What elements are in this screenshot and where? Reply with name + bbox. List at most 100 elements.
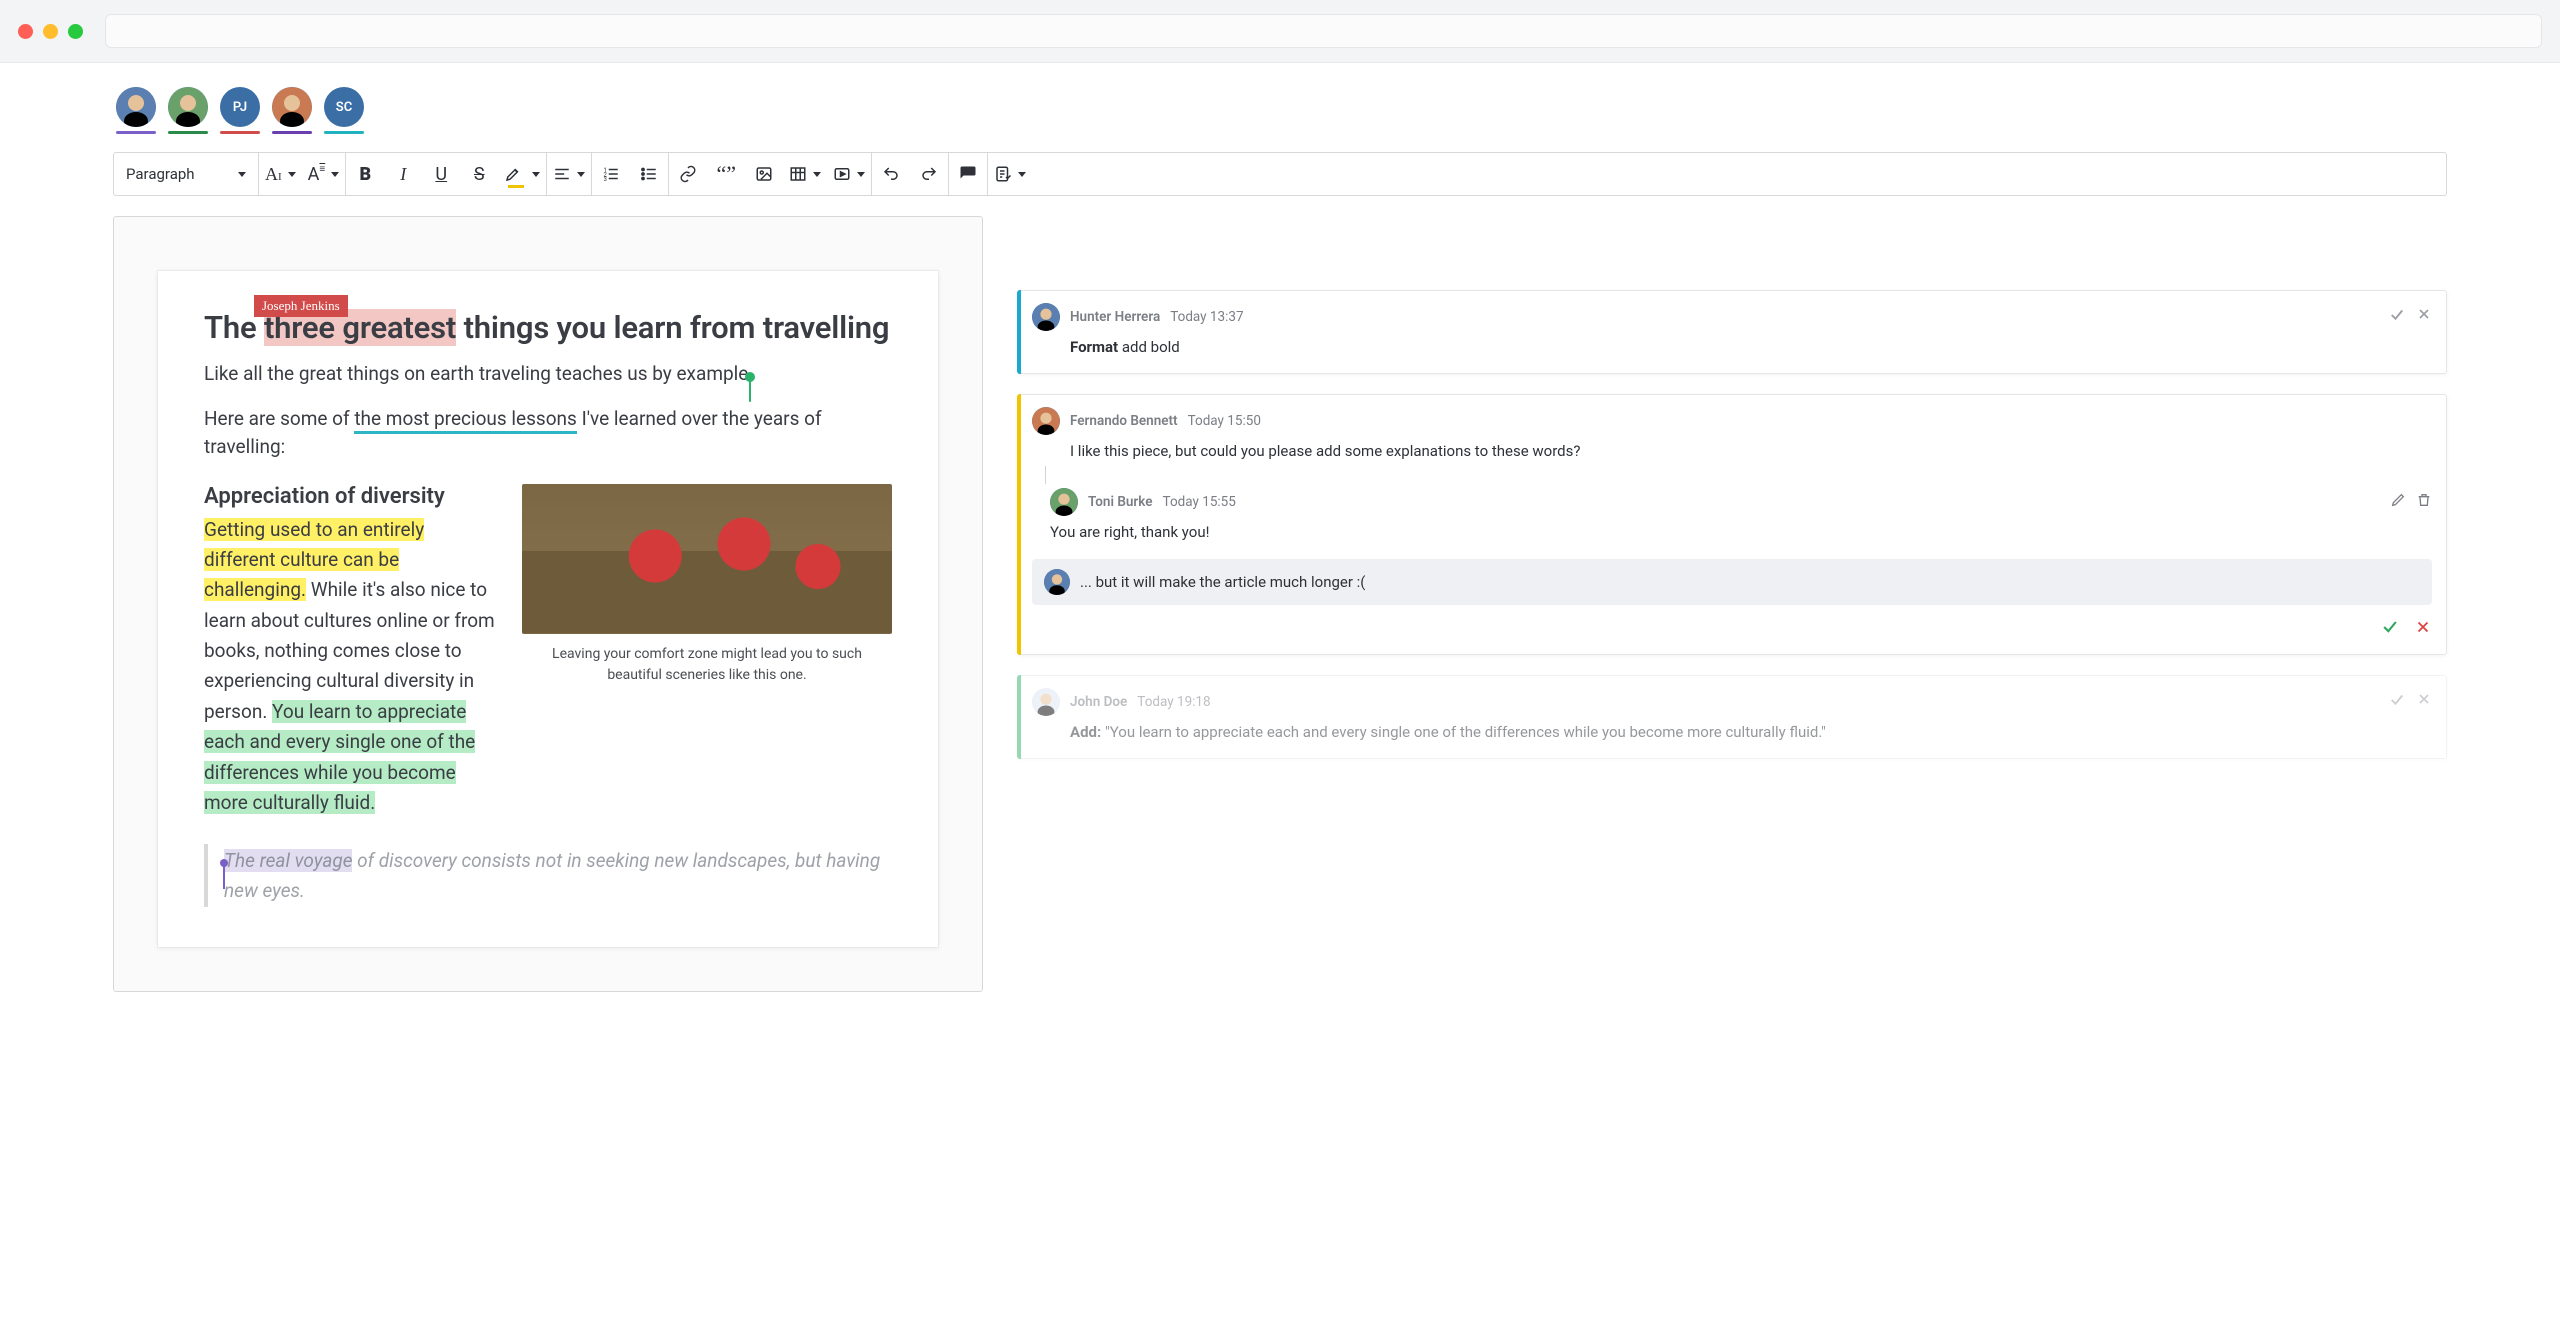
url-bar[interactable] xyxy=(105,14,2542,48)
card-stripe xyxy=(1017,290,1021,374)
collaborator-underline xyxy=(272,131,312,134)
collaborator-5[interactable]: SC xyxy=(324,87,364,134)
chevron-down-icon xyxy=(1018,172,1026,177)
table-dropdown[interactable] xyxy=(783,153,827,195)
suggestion-action-text: add bold xyxy=(1122,338,1180,356)
comment-body: I like this piece, but could you please … xyxy=(1032,441,2432,463)
reply-input[interactable]: ... but it will make the article much lo… xyxy=(1032,559,2432,605)
accept-suggestion-button[interactable] xyxy=(2388,691,2406,713)
numbered-list-button[interactable]: 123 xyxy=(592,153,630,195)
thread-item: Fernando Bennett Today 15:50 I like this… xyxy=(1018,395,2446,475)
avatar-photo-icon xyxy=(272,87,312,127)
doc-blockquote[interactable]: The real voyage of discovery consists no… xyxy=(204,844,892,907)
comments-panel: Hunter Herrera Today 13:37 Format add bo… xyxy=(1017,216,2447,759)
media-icon xyxy=(833,165,851,183)
accept-suggestion-button[interactable] xyxy=(2388,306,2406,328)
link-button[interactable] xyxy=(669,153,707,195)
avatar-icon xyxy=(1032,303,1060,331)
bold-icon: B xyxy=(359,164,371,185)
bullet-list-icon xyxy=(640,165,658,183)
reject-suggestion-button[interactable] xyxy=(2416,691,2432,713)
doc-paragraph[interactable]: Here are some of the most precious lesso… xyxy=(204,405,892,462)
comment-author: John Doe xyxy=(1070,694,1127,710)
comment-author: Fernando Bennett xyxy=(1070,413,1178,429)
collaborator-1[interactable] xyxy=(116,87,156,134)
window-close-button[interactable] xyxy=(18,24,33,39)
card-stripe xyxy=(1017,675,1021,759)
strikethrough-button[interactable]: S xyxy=(460,153,498,195)
collaborator-underline xyxy=(116,131,156,134)
highlight-button[interactable] xyxy=(498,153,546,195)
suggestion-card-resolved[interactable]: John Doe Today 19:18 Add: "You learn to … xyxy=(1017,675,2447,759)
suggestion-card[interactable]: Hunter Herrera Today 13:37 Format add bo… xyxy=(1017,290,2447,374)
remote-selection: The real voyage xyxy=(224,849,352,872)
align-left-icon xyxy=(553,165,571,183)
highlight-swatch xyxy=(508,185,524,188)
table-icon xyxy=(789,165,807,183)
quote-icon: “” xyxy=(717,168,737,180)
doc-paragraph[interactable]: Like all the great things on earth trave… xyxy=(204,360,892,389)
block-style-dropdown[interactable]: Paragraph xyxy=(114,153,258,195)
highlighter-icon xyxy=(504,165,522,183)
thread-item: Toni Burke Today 15:55 You are right, th… xyxy=(1018,475,2446,556)
italic-icon: I xyxy=(400,164,406,185)
avatar-icon xyxy=(1032,688,1060,716)
suggestion-action-label: Add: xyxy=(1070,723,1101,741)
track-changes-icon xyxy=(994,165,1012,183)
suggestion-action-text: "You learn to appreciate each and every … xyxy=(1105,723,1826,741)
submit-reply-button[interactable] xyxy=(2380,617,2400,642)
comment-button[interactable] xyxy=(949,153,987,195)
document-page[interactable]: Joseph Jenkins The three greatest things… xyxy=(158,271,938,947)
text: Like all the great things on earth trave… xyxy=(204,362,748,385)
avatar-photo-icon xyxy=(116,87,156,127)
italic-button[interactable]: I xyxy=(384,153,422,195)
image-button[interactable] xyxy=(745,153,783,195)
delete-comment-button[interactable] xyxy=(2416,492,2432,512)
suggestion-action-label: Format xyxy=(1070,338,1118,356)
text: things you learn from travelling xyxy=(456,309,889,346)
avatar-initials: SC xyxy=(324,87,364,127)
edit-comment-button[interactable] xyxy=(2390,492,2406,512)
editor-canvas: Joseph Jenkins The three greatest things… xyxy=(113,216,983,992)
media-dropdown[interactable] xyxy=(827,153,871,195)
align-dropdown[interactable] xyxy=(547,153,591,195)
doc-figure[interactable]: Leaving your comfort zone might lead you… xyxy=(522,484,892,819)
reject-suggestion-button[interactable] xyxy=(2416,306,2432,328)
window-maximize-button[interactable] xyxy=(68,24,83,39)
collaborator-underline xyxy=(220,131,260,134)
collaborators-list: PJ SC xyxy=(0,63,2560,152)
blockquote-button[interactable]: “” xyxy=(707,153,745,195)
underline-icon: U xyxy=(435,164,447,185)
collaborator-2[interactable] xyxy=(168,87,208,134)
track-changes-dropdown[interactable] xyxy=(988,153,1032,195)
bold-button[interactable]: B xyxy=(346,153,384,195)
comment-author: Toni Burke xyxy=(1088,494,1153,510)
cancel-reply-button[interactable] xyxy=(2414,617,2432,642)
redo-button[interactable] xyxy=(910,153,948,195)
underline-button[interactable]: U xyxy=(422,153,460,195)
chevron-down-icon xyxy=(238,172,246,177)
chevron-down-icon xyxy=(857,172,865,177)
comment-thread[interactable]: Fernando Bennett Today 15:50 I like this… xyxy=(1017,394,2447,656)
comment-anchor: the most precious lessons xyxy=(354,407,577,434)
font-size-dropdown[interactable]: A≡ xyxy=(302,153,346,195)
doc-paragraph[interactable]: Getting used to an entirely different cu… xyxy=(204,515,496,819)
svg-text:3: 3 xyxy=(604,176,607,183)
collaborator-3[interactable]: PJ xyxy=(220,87,260,134)
font-family-dropdown[interactable]: AI xyxy=(259,153,302,195)
comment-author: Hunter Herrera xyxy=(1070,309,1160,325)
window-minimize-button[interactable] xyxy=(43,24,58,39)
chevron-down-icon xyxy=(288,172,296,177)
bullet-list-button[interactable] xyxy=(630,153,668,195)
doc-heading-2[interactable]: Appreciation of diversity xyxy=(204,484,496,509)
avatar-icon xyxy=(1032,407,1060,435)
comment-time: Today 15:50 xyxy=(1188,413,1261,429)
comment-time: Today 19:18 xyxy=(1137,694,1210,710)
chevron-down-icon xyxy=(331,172,339,177)
collaborator-4[interactable] xyxy=(272,87,312,134)
editor-toolbar: Paragraph AI A≡ B I U S xyxy=(113,152,2447,196)
undo-button[interactable] xyxy=(872,153,910,195)
comment-time: Today 15:55 xyxy=(1163,494,1236,510)
block-style-label: Paragraph xyxy=(126,165,195,183)
figure-caption: Leaving your comfort zone might lead you… xyxy=(522,634,892,690)
